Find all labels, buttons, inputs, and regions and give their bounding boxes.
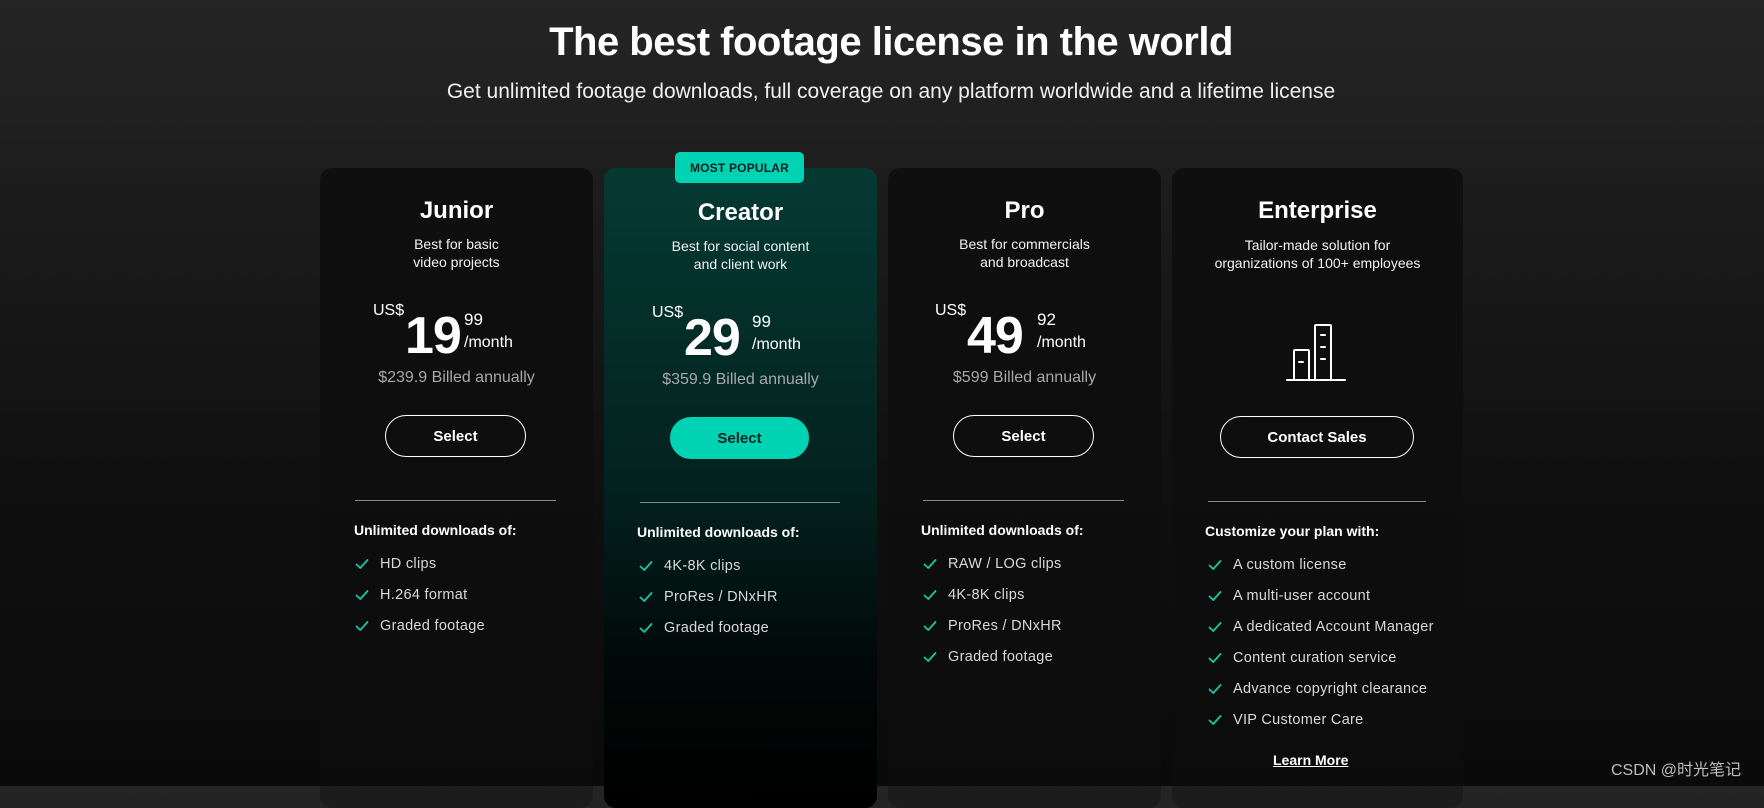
check-icon xyxy=(355,620,369,631)
check-icon xyxy=(639,622,653,633)
plan-description: Best for social content and client work xyxy=(671,238,810,272)
plan-price: US$ 49 92 /month xyxy=(888,302,1161,362)
price-period: /month xyxy=(1037,334,1086,351)
features-heading: Unlimited downloads of: xyxy=(921,522,1084,538)
plan-name: Enterprise xyxy=(1258,197,1377,224)
plan-name: Junior xyxy=(419,197,494,224)
feature-item: ProRes / DNxHR xyxy=(639,581,778,612)
plan-card-creator: Creator Best for social content and clie… xyxy=(604,168,877,808)
feature-list: HD clips H.264 format Graded footage xyxy=(355,548,485,641)
check-icon xyxy=(923,651,937,662)
divider xyxy=(355,500,556,501)
feature-item: HD clips xyxy=(355,548,485,579)
plan-description: Best for commercials and broadcast xyxy=(959,236,1090,270)
price-amount: 19 xyxy=(405,307,462,365)
check-icon xyxy=(923,620,937,631)
feature-item: ProRes / DNxHR xyxy=(923,610,1062,641)
price-currency: US$ xyxy=(652,304,684,321)
billed-annually: $359.9 Billed annually xyxy=(662,371,819,388)
feature-item: RAW / LOG clips xyxy=(923,548,1062,579)
price-period: /month xyxy=(752,336,801,353)
feature-item: Advance copyright clearance xyxy=(1208,673,1434,704)
feature-list: RAW / LOG clips 4K-8K clips ProRes / DNx… xyxy=(923,548,1062,672)
billed-annually: $239.9 Billed annually xyxy=(378,369,535,386)
features-heading: Customize your plan with: xyxy=(1205,523,1380,539)
plan-description: Tailor-made solution for organizations o… xyxy=(1214,237,1421,271)
feature-item: VIP Customer Care xyxy=(1208,704,1434,735)
plan-price: US$ 29 99 /month xyxy=(604,304,877,364)
divider xyxy=(923,500,1124,501)
feature-item: 4K-8K clips xyxy=(639,550,778,581)
page-title: The best footage license in the world xyxy=(549,20,1233,64)
check-icon xyxy=(1208,683,1222,694)
check-icon xyxy=(1208,559,1222,570)
check-icon xyxy=(355,589,369,600)
building-icon xyxy=(1286,324,1346,381)
check-icon xyxy=(639,591,653,602)
feature-item: A custom license xyxy=(1208,549,1434,580)
feature-item: Graded footage xyxy=(355,610,485,641)
csdn-watermark: CSDN @时光笔记 xyxy=(1611,762,1742,779)
plan-card-junior: Junior Best for basic video projects US$… xyxy=(320,168,593,808)
plan-price: US$ 19 99 /month xyxy=(320,302,593,362)
divider xyxy=(1208,501,1426,502)
plan-name: Creator xyxy=(697,199,784,226)
features-heading: Unlimited downloads of: xyxy=(354,522,517,538)
select-creator-button[interactable]: Select xyxy=(670,417,809,459)
page-subtitle: Get unlimited footage downloads, full co… xyxy=(446,80,1336,103)
feature-list: A custom license A multi-user account A … xyxy=(1208,549,1434,735)
check-icon xyxy=(923,589,937,600)
learn-more-link[interactable]: Learn More xyxy=(1273,752,1348,768)
plan-name: Pro xyxy=(1004,197,1045,224)
select-junior-button[interactable]: Select xyxy=(385,415,526,457)
billed-annually: $599 Billed annually xyxy=(952,369,1097,386)
check-icon xyxy=(1208,590,1222,601)
check-icon xyxy=(1208,714,1222,725)
check-icon xyxy=(639,560,653,571)
feature-item: 4K-8K clips xyxy=(923,579,1062,610)
check-icon xyxy=(923,558,937,569)
plan-card-enterprise: Enterprise Tailor-made solution for orga… xyxy=(1172,168,1463,808)
price-amount: 29 xyxy=(684,309,741,367)
select-pro-button[interactable]: Select xyxy=(953,415,1094,457)
features-heading: Unlimited downloads of: xyxy=(637,524,800,540)
feature-item: Content curation service xyxy=(1208,642,1434,673)
feature-item: Graded footage xyxy=(639,612,778,643)
plan-card-pro: Pro Best for commercials and broadcast U… xyxy=(888,168,1161,808)
price-cents: 92 xyxy=(1037,310,1056,329)
divider xyxy=(640,502,840,503)
feature-item: A dedicated Account Manager xyxy=(1208,611,1434,642)
check-icon xyxy=(355,558,369,569)
feature-item: Graded footage xyxy=(923,641,1062,672)
price-period: /month xyxy=(464,334,513,351)
price-cents: 99 xyxy=(752,312,771,331)
price-cents: 99 xyxy=(464,310,483,329)
price-currency: US$ xyxy=(373,302,405,319)
check-icon xyxy=(1208,621,1222,632)
contact-sales-button[interactable]: Contact Sales xyxy=(1220,416,1414,458)
price-currency: US$ xyxy=(935,302,967,319)
feature-list: 4K-8K clips ProRes / DNxHR Graded footag… xyxy=(639,550,778,643)
most-popular-badge: MOST POPULAR xyxy=(675,152,804,183)
feature-item: A multi-user account xyxy=(1208,580,1434,611)
feature-item: H.264 format xyxy=(355,579,485,610)
price-amount: 49 xyxy=(967,307,1024,365)
check-icon xyxy=(1208,652,1222,663)
plan-description: Best for basic video projects xyxy=(413,236,500,270)
